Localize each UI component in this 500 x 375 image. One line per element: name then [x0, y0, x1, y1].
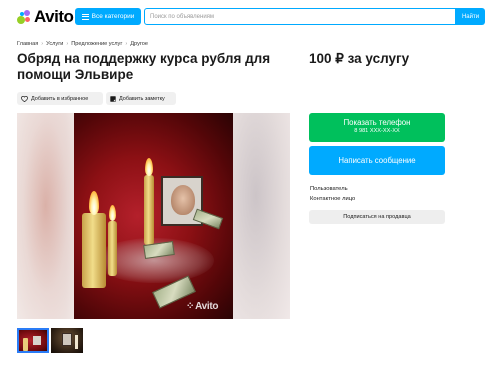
breadcrumb-item[interactable]: Другое: [130, 41, 148, 47]
ritual-image: ⁘ Avito: [74, 113, 233, 319]
thumb-portrait-shape: [33, 336, 41, 345]
add-to-favorites-label: Добавить в избранное: [31, 95, 89, 102]
gallery-thumbnail-2[interactable]: [51, 328, 83, 353]
add-to-favorites-button[interactable]: Добавить в избранное: [17, 92, 103, 105]
photo-blur-right: [233, 113, 290, 319]
watermark-dots-icon: ⁘: [186, 301, 195, 312]
candle-shape: [82, 213, 106, 288]
avito-logo[interactable]: Avito: [17, 7, 74, 26]
heart-icon: [21, 95, 28, 102]
photo-blur-left: [17, 113, 74, 319]
phone-masked: 8 981 XXX-XX-XX: [354, 128, 400, 134]
seller-type: Контактное лицо: [310, 196, 356, 202]
logo-dots-icon: [17, 9, 32, 25]
all-categories-button[interactable]: Все категории: [75, 8, 141, 25]
listing-photo[interactable]: ⁘ Avito: [17, 113, 290, 319]
candle-shape: [108, 221, 117, 276]
breadcrumb-item[interactable]: Предложение услуг: [71, 41, 122, 47]
breadcrumb-item[interactable]: Главная: [17, 41, 38, 47]
logo-text: Avito: [34, 7, 74, 26]
search-button[interactable]: Найти: [456, 8, 485, 25]
note-icon: [110, 95, 116, 102]
flame-shape: [89, 191, 99, 215]
seller-name[interactable]: Пользователь: [310, 186, 348, 192]
portrait-face: [171, 185, 195, 215]
search-input[interactable]: Поиск по объявлениям: [144, 8, 456, 25]
breadcrumb: Главная › Услуги › Предложение услуг › Д…: [17, 41, 148, 47]
add-note-button[interactable]: Добавить заметку: [106, 92, 176, 105]
chevron-right-icon: ›: [66, 41, 69, 47]
gallery-thumbnail-1[interactable]: [17, 328, 49, 353]
add-note-label: Добавить заметку: [119, 95, 165, 102]
listing-price: 100 ₽ за услугу: [309, 51, 410, 66]
listing-title: Обряд на поддержку курса рубля для помощ…: [17, 51, 271, 82]
breadcrumb-item[interactable]: Услуги: [46, 41, 63, 47]
flame-shape: [109, 205, 116, 221]
flame-shape: [145, 158, 153, 176]
thumb-candle-shape: [23, 338, 28, 351]
write-message-button[interactable]: Написать сообщение: [309, 146, 445, 175]
show-phone-label: Показать телефон: [343, 118, 411, 127]
thumb-candle-shape: [75, 335, 78, 349]
show-phone-button[interactable]: Показать телефон 8 981 XXX-XX-XX: [309, 113, 445, 142]
all-categories-label: Все категории: [91, 13, 135, 20]
banknote-shape: [192, 208, 224, 230]
candle-shape: [144, 175, 154, 245]
chevron-right-icon: ›: [41, 41, 44, 47]
menu-icon: [81, 13, 89, 20]
watermark-text: Avito: [195, 301, 219, 312]
chevron-right-icon: ›: [125, 41, 128, 47]
subscribe-button[interactable]: Подписаться на продавца: [309, 210, 445, 224]
thumb-frame-shape: [62, 333, 72, 346]
photo-watermark: ⁘ Avito: [186, 301, 219, 312]
